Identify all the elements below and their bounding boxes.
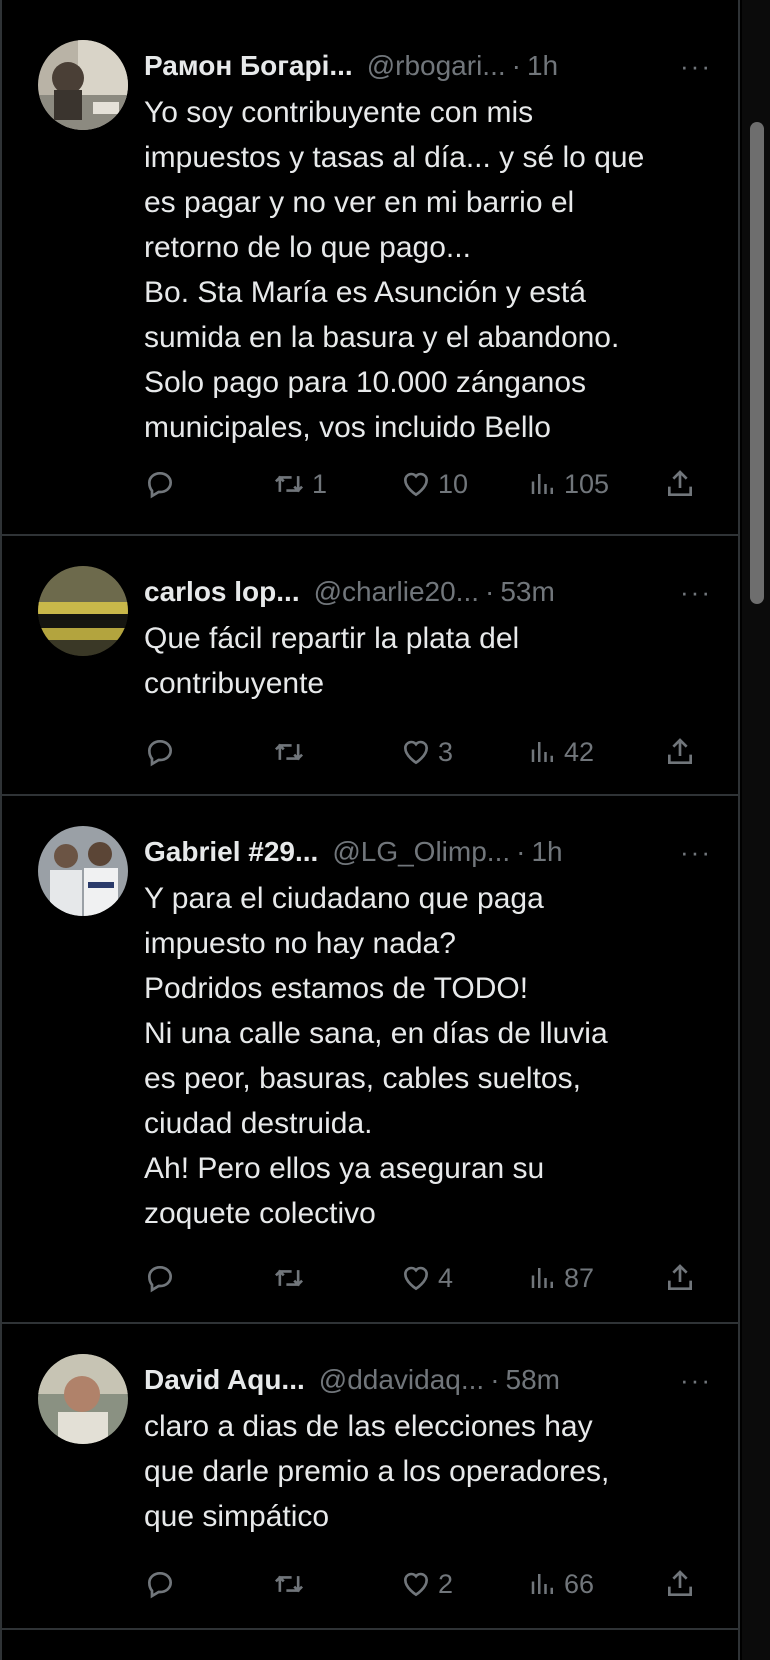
separator: · xyxy=(490,1364,500,1395)
tweet[interactable]: carlos lop... @charlie20... · 53m ··· Qu… xyxy=(2,538,738,796)
share-button[interactable] xyxy=(664,464,696,504)
author-name[interactable]: carlos lop... xyxy=(144,576,300,608)
retweet-count: 1 xyxy=(312,468,328,499)
author-handle[interactable]: @LG_Olimp... xyxy=(332,836,510,868)
avatar[interactable] xyxy=(38,40,128,130)
avatar[interactable] xyxy=(38,1354,128,1444)
tweet-actions: 2 66 xyxy=(144,1564,704,1604)
like-count: 3 xyxy=(438,736,454,767)
author-handle[interactable]: @ddavidaq... xyxy=(319,1364,484,1396)
timestamp[interactable]: 1h xyxy=(527,50,558,82)
reply-button[interactable] xyxy=(144,1564,176,1604)
retweet-icon xyxy=(274,743,304,761)
tweet[interactable]: Рамон Богарі... @rbogari... · 1h ··· Yo … xyxy=(2,12,738,536)
tweet-text: claro a dias de las elecciones hay que d… xyxy=(144,1410,610,1533)
more-options-icon[interactable]: ··· xyxy=(680,572,712,612)
share-icon xyxy=(668,1570,692,1596)
reply-icon xyxy=(147,739,173,767)
like-count: 2 xyxy=(438,1568,454,1599)
heart-icon xyxy=(403,740,429,765)
tweet-actions: 4 87 xyxy=(144,1258,704,1298)
timestamp[interactable]: 53m xyxy=(500,576,554,608)
reply-button[interactable] xyxy=(144,1258,176,1298)
retweet-button[interactable] xyxy=(272,732,312,772)
like-button[interactable]: 4 xyxy=(400,1258,453,1298)
views-icon xyxy=(531,474,553,494)
views-icon xyxy=(531,742,553,762)
retweet-button[interactable] xyxy=(272,1564,312,1604)
views-count: 42 xyxy=(564,736,595,767)
reply-icon xyxy=(147,1571,173,1599)
tweet-actions: 1 10 105 xyxy=(144,464,704,504)
like-count: 10 xyxy=(438,468,469,499)
retweet-icon xyxy=(274,475,304,493)
tweet-actions: 3 42 xyxy=(144,732,704,772)
retweet-icon xyxy=(274,1575,304,1593)
timestamp[interactable]: 1h xyxy=(531,836,562,868)
author-name[interactable]: Рамон Богарі... xyxy=(144,50,353,82)
tweet-text: Que fácil repartir la plata del contribu… xyxy=(144,622,520,700)
avatar[interactable] xyxy=(38,826,128,916)
share-icon xyxy=(668,1264,692,1290)
views-icon xyxy=(531,1574,553,1594)
share-icon xyxy=(668,470,692,496)
author-handle[interactable]: @charlie20... xyxy=(314,576,479,608)
separator: · xyxy=(511,50,521,81)
views-count: 87 xyxy=(564,1262,595,1293)
share-button[interactable] xyxy=(664,1258,696,1298)
more-options-icon[interactable]: ··· xyxy=(680,1360,712,1400)
heart-icon xyxy=(403,1266,429,1291)
reply-button[interactable] xyxy=(144,464,176,504)
avatar[interactable] xyxy=(38,566,128,656)
like-count: 4 xyxy=(438,1262,454,1293)
retweet-button[interactable]: 1 xyxy=(272,464,327,504)
more-options-icon[interactable]: ··· xyxy=(680,832,712,872)
views-button[interactable]: 87 xyxy=(528,1258,594,1298)
like-button[interactable]: 2 xyxy=(400,1564,453,1604)
retweet-button[interactable] xyxy=(272,1258,312,1298)
heart-icon xyxy=(403,1572,429,1597)
more-options-icon[interactable]: ··· xyxy=(680,46,712,86)
reply-button[interactable] xyxy=(144,732,176,772)
tweet-feed: Рамон Богарі... @rbogari... · 1h ··· Yo … xyxy=(0,0,740,1660)
views-button[interactable]: 105 xyxy=(528,464,609,504)
scrollbar-thumb[interactable] xyxy=(750,122,764,604)
tweet[interactable]: Gabriel #29... @LG_Olimp... · 1h ··· Y p… xyxy=(2,798,738,1324)
share-icon xyxy=(668,738,692,764)
share-button[interactable] xyxy=(664,732,696,772)
scrollbar[interactable] xyxy=(742,0,770,1660)
author-name[interactable]: Gabriel #29... xyxy=(144,836,318,868)
reply-icon xyxy=(147,1265,173,1293)
views-button[interactable]: 66 xyxy=(528,1564,594,1604)
author-name[interactable]: David Aqu... xyxy=(144,1364,305,1396)
separator: · xyxy=(516,836,526,867)
tweet-text: Yo soy contribuyente con mis impuestos y… xyxy=(144,96,645,444)
views-button[interactable]: 42 xyxy=(528,732,594,772)
views-icon xyxy=(531,1268,553,1288)
views-count: 66 xyxy=(564,1568,595,1599)
reply-icon xyxy=(147,471,173,499)
like-button[interactable]: 3 xyxy=(400,732,453,772)
tweet[interactable]: David Aqu... @ddavidaq... · 58m ··· clar… xyxy=(2,1326,738,1630)
retweet-icon xyxy=(274,1269,304,1287)
heart-icon xyxy=(403,472,429,497)
separator: · xyxy=(485,576,495,607)
author-handle[interactable]: @rbogari... xyxy=(367,50,506,82)
views-count: 105 xyxy=(564,468,610,499)
timestamp[interactable]: 58m xyxy=(506,1364,560,1396)
share-button[interactable] xyxy=(664,1564,696,1604)
tweet-text: Y para el ciudadano que paga impuesto no… xyxy=(144,882,608,1230)
like-button[interactable]: 10 xyxy=(400,464,468,504)
